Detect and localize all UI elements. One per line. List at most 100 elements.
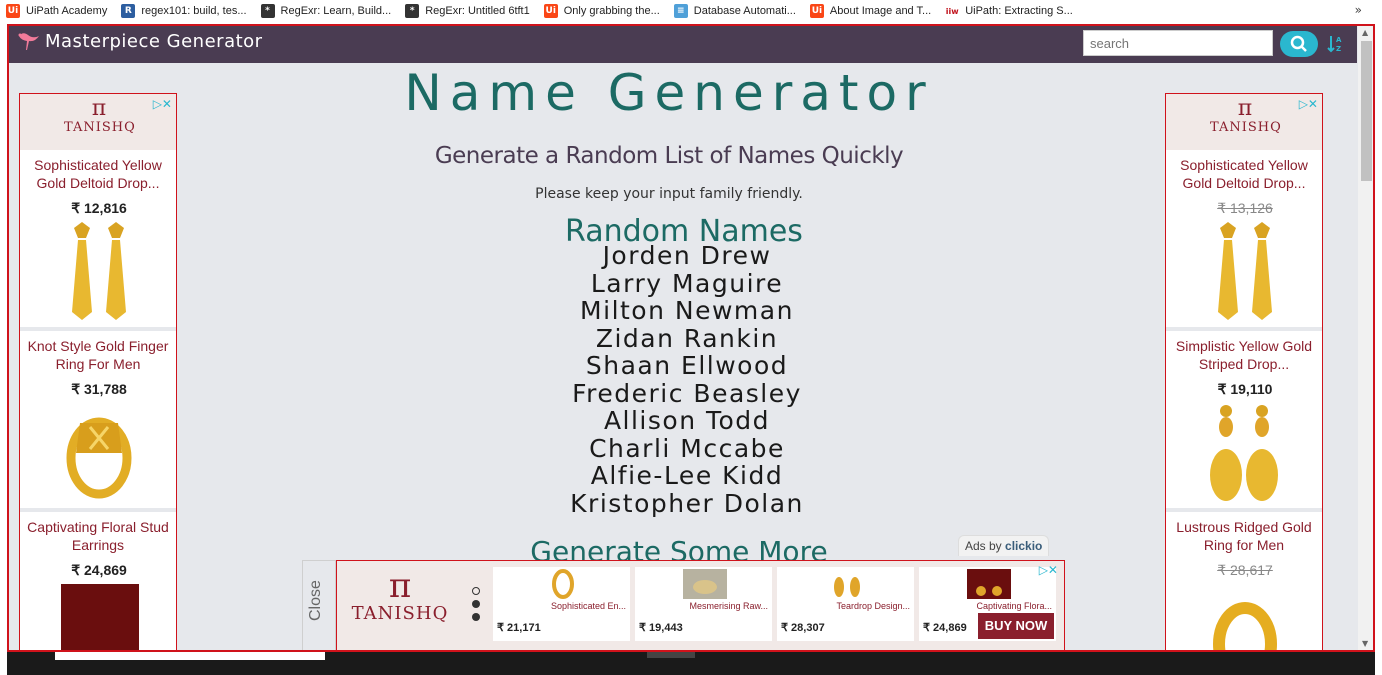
scroll-down-arrow-icon[interactable]: ▼	[1362, 639, 1368, 648]
name-item: Zidan Rankin	[595, 323, 779, 353]
tanishq-logo: π TANISHQ	[64, 96, 136, 136]
page-scrollbar[interactable]: ▲ ▼	[1358, 26, 1373, 650]
sort-alpha-icon[interactable]: A Z	[1327, 34, 1345, 54]
ad-brand: TANISHQ	[1210, 120, 1282, 135]
drop-earring-image	[834, 577, 860, 597]
close-ad-button[interactable]: Close	[302, 560, 336, 650]
ad-product[interactable]: Sophisticated Yellow Gold Deltoid Drop..…	[1166, 150, 1322, 331]
name-item: Frederic Beasley	[572, 378, 802, 408]
carousel-dots[interactable]	[472, 587, 480, 626]
close-ad-label: Close	[307, 580, 324, 621]
ad-product-name: Knot Style Gold Finger Ring For Men	[27, 338, 169, 372]
family-friendly-note: Please keep your input family friendly.	[535, 186, 803, 202]
bookmarks-overflow-button[interactable]: »	[1355, 3, 1362, 17]
ad-product-price: ₹ 12,816	[71, 200, 127, 216]
bookmark-uipath-academy[interactable]: Ui UiPath Academy	[6, 4, 107, 18]
ads-by-clickio[interactable]: Ads by clickio	[958, 535, 1050, 556]
bottom-ad-product[interactable]: Teardrop Design... ₹ 28,307	[777, 567, 914, 641]
ring-image	[683, 569, 727, 599]
uipath-icon: Ui	[6, 4, 20, 18]
ad-header: π TANISHQ ▷✕	[20, 94, 176, 150]
ad-product-name: Captivating Floral Stud Earrings	[27, 519, 169, 553]
ad-product-price: ₹ 28,617	[1217, 562, 1273, 578]
bottom-ad-frame[interactable]: π TANISHQ Sophisticated En... ₹ 21,171 M…	[336, 560, 1065, 650]
bookmark-label: RegExr: Untitled 6tft1	[425, 5, 530, 17]
ad-product-price: ₹ 31,788	[71, 381, 127, 397]
search-button[interactable]	[1280, 31, 1318, 57]
name-item: Milton Newman	[580, 296, 794, 325]
ridged-ring-image	[1213, 602, 1277, 650]
ad-product[interactable]: Knot Style Gold Finger Ring For Men ₹ 31…	[20, 331, 176, 512]
carousel-dot[interactable]	[472, 600, 480, 608]
bookmark-regexr-untitled[interactable]: * RegExr: Untitled 6tft1	[405, 4, 530, 18]
ad-header: π TANISHQ ▷✕	[1166, 94, 1322, 150]
gold-ring-image	[66, 417, 132, 499]
buy-now-button[interactable]: BUY NOW	[978, 613, 1054, 639]
ad-brand: TANISHQ	[351, 603, 449, 624]
name-item: Shaan Ellwood	[585, 351, 789, 380]
flamingo-logo-icon	[18, 33, 39, 50]
ad-product-name: Simplistic Yellow Gold Striped Drop...	[1175, 338, 1313, 372]
scroll-up-arrow-icon[interactable]: ▲	[1362, 28, 1368, 37]
tanishq-logo: π TANISHQ	[345, 569, 455, 624]
tanishq-logo: π TANISHQ	[1210, 96, 1282, 136]
bookmark-label: RegExr: Learn, Build...	[280, 5, 392, 17]
regexr-icon: *	[405, 4, 420, 18]
names-list: Jorden Drew Larry Maguire Milton Newman …	[387, 242, 987, 517]
ad-product[interactable]: Lustrous Ridged Gold Ring for Men ₹ 28,6…	[1166, 512, 1322, 650]
brand-title: Masterpiece Generator	[45, 30, 263, 52]
page-title: Name Generator	[404, 64, 934, 122]
bookmark-label: Only grabbing the...	[563, 5, 660, 17]
bookmark-label: About Image and T...	[829, 5, 932, 17]
adchoices-close-icon[interactable]: ▷✕	[1299, 97, 1318, 111]
bottom-ad-product-name: Sophisticated En...	[550, 601, 626, 611]
bottom-sticky-ad[interactable]: Ads by clickio Close π TANISHQ Sophistic…	[302, 535, 1065, 650]
ads-by-prefix: Ads by	[965, 539, 1002, 553]
bookmark-label: UiPath: Extracting S...	[965, 5, 1073, 17]
bottom-ad-product-price: ₹ 24,869	[923, 622, 967, 634]
uipath-icon: Ui	[543, 4, 558, 18]
ad-product[interactable]: Sophisticated Yellow Gold Deltoid Drop..…	[20, 150, 176, 331]
bookmark-label: UiPath Academy	[26, 5, 108, 17]
bookmark-regex101[interactable]: R regex101: build, tes...	[121, 4, 247, 18]
search-input[interactable]	[1083, 30, 1273, 56]
stud-earrings-image	[61, 584, 139, 650]
ad-product-price: ₹ 24,869	[71, 562, 127, 578]
earring-image	[552, 569, 574, 599]
bookmark-database-automation[interactable]: ≡ Database Automati...	[673, 4, 796, 18]
ad-product-name: Sophisticated Yellow Gold Deltoid Drop..…	[1180, 157, 1308, 191]
ad-product-price: ₹ 13,126	[1217, 200, 1273, 216]
bottom-ad-product-price: ₹ 28,307	[781, 622, 825, 634]
bottom-ad-product[interactable]: Mesmerising Raw... ₹ 19,443	[635, 567, 772, 641]
page-subtitle: Generate a Random List of Names Quickly	[434, 143, 904, 169]
site-navbar: Masterpiece Generator A Z	[9, 26, 1357, 63]
right-ad-banner[interactable]: π TANISHQ ▷✕ Sophisticated Yellow Gold D…	[1165, 93, 1323, 650]
taskbar-strip	[7, 652, 1375, 675]
brand-link[interactable]: Masterpiece Generator	[15, 30, 263, 52]
drop-earring-image	[72, 222, 126, 320]
scroll-thumb[interactable]	[1361, 41, 1372, 181]
ad-brand: TANISHQ	[64, 120, 136, 135]
ads-by-brand: clickio	[1005, 539, 1043, 553]
svg-text:A: A	[1336, 36, 1342, 44]
bookmark-only-grabbing[interactable]: Ui Only grabbing the...	[543, 4, 660, 18]
carousel-dot[interactable]	[472, 587, 480, 595]
name-item: Alfie-Lee Kidd	[590, 461, 784, 490]
adchoices-close-icon[interactable]: ▷✕	[1039, 563, 1058, 577]
left-ad-banner[interactable]: π TANISHQ ▷✕ Sophisticated Yellow Gold D…	[19, 93, 177, 650]
carousel-dot[interactable]	[472, 613, 480, 621]
bookmark-about-image[interactable]: Ui About Image and T...	[809, 4, 932, 18]
name-item: Jorden Drew	[602, 241, 772, 270]
ad-product-name: Sophisticated Yellow Gold Deltoid Drop..…	[34, 157, 162, 191]
name-item: Charli Mccabe	[589, 433, 785, 463]
ad-product[interactable]: Simplistic Yellow Gold Striped Drop... ₹…	[1166, 331, 1322, 512]
page-viewport: Masterpiece Generator A Z ▲ ▼ π	[7, 24, 1375, 652]
adchoices-close-icon[interactable]: ▷✕	[153, 97, 172, 111]
ad-product[interactable]: Captivating Floral Stud Earrings ₹ 24,86…	[20, 512, 176, 650]
name-item: Kristopher Dolan	[570, 488, 804, 518]
bookmark-uipath-extracting[interactable]: iiw UiPath: Extracting S...	[945, 4, 1073, 18]
bottom-ad-product[interactable]: Sophisticated En... ₹ 21,171	[493, 567, 630, 641]
regex101-icon: R	[121, 4, 136, 18]
regexr-icon: *	[260, 4, 275, 18]
bookmark-regexr-learn[interactable]: * RegExr: Learn, Build...	[260, 4, 392, 18]
